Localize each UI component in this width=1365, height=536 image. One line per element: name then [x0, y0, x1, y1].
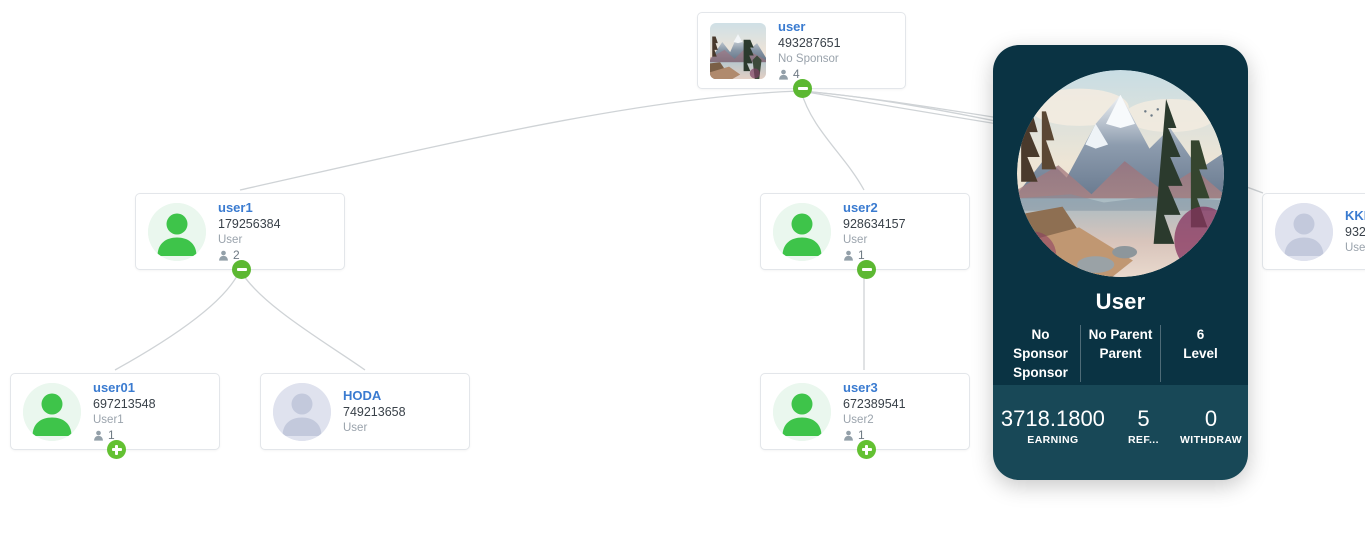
user-detail-card[interactable]: User No Sponsor Sponsor No Parent Parent…	[993, 45, 1248, 480]
minus-icon	[236, 268, 247, 271]
node-role: User1	[93, 413, 124, 426]
grey-person-avatar	[1275, 202, 1333, 261]
node-info: KKK 93251 User	[1345, 207, 1365, 256]
node-info: HODA 749213658 User	[343, 387, 406, 436]
landscape-portrait	[1017, 70, 1224, 277]
detail-card-title: User	[1095, 289, 1146, 314]
green-person-avatar	[773, 202, 831, 261]
person-icon	[844, 431, 853, 442]
minus-icon	[797, 87, 808, 90]
node-role: User	[843, 233, 868, 246]
collapse-toggle-user1[interactable]	[232, 260, 251, 279]
node-id: 928634157	[843, 217, 906, 232]
node-role: User	[218, 233, 243, 246]
metric-earning-value: 3718.1800	[1000, 406, 1105, 431]
node-id: 93251	[1345, 225, 1365, 240]
node-role: User	[343, 421, 368, 434]
node-id: 493287651	[778, 36, 841, 51]
node-downline-count: 1	[93, 428, 156, 444]
tree-node-user01[interactable]: user01 697213548 User1 1	[10, 373, 220, 459]
plus-icon-vertical	[865, 444, 868, 455]
node-info: user2 928634157 User 1	[843, 199, 906, 264]
stat-level: 6 Level	[1160, 325, 1240, 383]
stat-level-label: Level	[1183, 346, 1218, 362]
collapse-toggle-root[interactable]	[793, 79, 812, 98]
stat-parent: No Parent Parent	[1080, 325, 1160, 383]
node-role: User	[1345, 241, 1365, 254]
node-downline-count: 4	[778, 67, 841, 83]
person-icon	[779, 70, 788, 81]
person-icon	[219, 251, 228, 262]
tree-node-user2[interactable]: user2 928634157 User 1	[760, 193, 970, 279]
stat-sponsor: No Sponsor Sponsor	[1001, 325, 1080, 382]
metric-withdraw: 0 WITHDRAW	[1174, 407, 1248, 446]
grey-person-avatar	[273, 382, 331, 441]
plus-icon-vertical	[115, 444, 118, 455]
org-chart-canvas[interactable]: user 493287651 No Sponsor 4 user1 179256…	[0, 0, 1365, 536]
green-person-avatar	[23, 382, 81, 441]
metric-earning: 3718.1800 EARNING	[993, 407, 1113, 446]
metric-referrals: 5 REF...	[1113, 407, 1174, 446]
node-name[interactable]: user01	[93, 379, 156, 396]
collapse-toggle-user2[interactable]	[857, 260, 876, 279]
node-name[interactable]: user	[778, 18, 841, 35]
expand-toggle-user01[interactable]	[107, 440, 126, 459]
tree-node-user1[interactable]: user1 179256384 User 2	[135, 193, 345, 279]
green-person-avatar	[773, 382, 831, 441]
node-name[interactable]: user2	[843, 199, 906, 216]
person-icon	[94, 431, 103, 442]
node-info: user 493287651 No Sponsor 4	[778, 18, 841, 83]
person-icon	[844, 251, 853, 262]
tree-node-kkk[interactable]: KKK 93251 User	[1262, 193, 1365, 270]
stat-level-value: 6	[1196, 327, 1205, 342]
node-id: 672389541	[843, 397, 906, 412]
detail-card-top-section: User No Sponsor Sponsor No Parent Parent…	[993, 45, 1248, 385]
detail-card-bottom-section: 3718.1800 EARNING 5 REF... 0 WITHDRAW	[993, 385, 1248, 480]
stat-parent-label: Parent	[1099, 346, 1142, 362]
tree-node-user3[interactable]: user3 672389541 User2 1	[760, 373, 970, 459]
node-id: 697213548	[93, 397, 156, 412]
detail-card-stats: No Sponsor Sponsor No Parent Parent 6 Le…	[993, 325, 1248, 383]
node-role: No Sponsor	[778, 52, 839, 65]
metric-referrals-label: REF...	[1127, 434, 1159, 447]
tree-node-root[interactable]: user 493287651 No Sponsor 4	[697, 12, 906, 98]
landscape-thumbnail	[710, 22, 766, 79]
node-info: user01 697213548 User1 1	[93, 379, 156, 444]
node-id: 179256384	[218, 217, 281, 232]
stat-sponsor-label: Sponsor	[1013, 365, 1068, 381]
metric-referrals-value: 5	[1137, 406, 1150, 431]
node-info: user3 672389541 User2 1	[843, 379, 906, 444]
green-person-avatar	[148, 202, 206, 261]
node-name[interactable]: user1	[218, 199, 281, 216]
node-name[interactable]: KKK	[1345, 207, 1365, 224]
metric-withdraw-value: 0	[1204, 406, 1218, 431]
stat-sponsor-value: No Sponsor	[1013, 327, 1068, 362]
stat-parent-value: No Parent	[1088, 327, 1153, 342]
node-downline-count: 2	[218, 248, 281, 264]
node-name[interactable]: user3	[843, 379, 906, 396]
expand-toggle-user3[interactable]	[857, 440, 876, 459]
tree-node-hoda[interactable]: HODA 749213658 User	[260, 373, 470, 450]
node-info: user1 179256384 User 2	[218, 199, 281, 264]
node-downline-count: 1	[843, 248, 906, 264]
metric-earning-label: EARNING	[1027, 434, 1079, 447]
metric-withdraw-label: WITHDRAW	[1179, 434, 1243, 447]
node-downline-count: 1	[843, 428, 906, 444]
node-role: User2	[843, 413, 874, 426]
node-id: 749213658	[343, 405, 406, 420]
minus-icon	[861, 268, 872, 271]
node-name[interactable]: HODA	[343, 387, 406, 404]
